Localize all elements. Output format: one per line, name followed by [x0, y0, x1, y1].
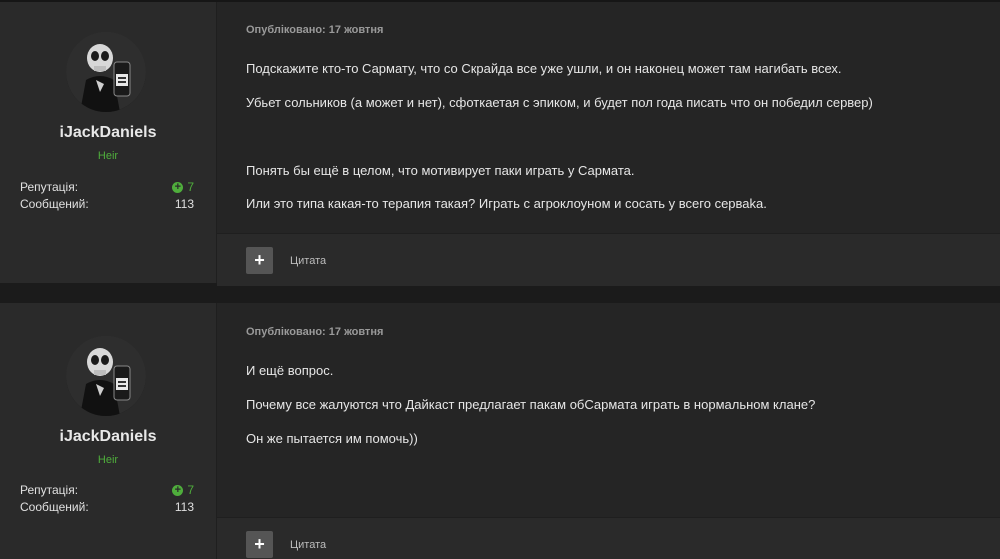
plus-circle-icon: +: [172, 484, 184, 496]
messages-count: 113: [174, 500, 194, 514]
post-author-panel: iJackDaniels Heir Репутація: + 7 Сообщен…: [0, 303, 216, 559]
messages-label: Сообщений:: [20, 500, 89, 514]
post-text-line: Убьет сольников (а может и нет), сфоткае…: [246, 95, 873, 110]
post-content: Опубліковано: 17 жовтня И ещё вопрос. По…: [216, 303, 1000, 559]
post-text-line: Он же пытается им помочь)): [246, 431, 418, 446]
plus-icon: +: [254, 534, 265, 554]
post-footer: + Цитата: [217, 233, 1000, 286]
reputation-value: + 7: [172, 180, 194, 194]
user-rank: Heir: [97, 150, 119, 162]
forum-post: iJackDaniels Heir Репутація: + 7 Сообщен…: [0, 0, 1000, 286]
plus-circle-icon: +: [172, 181, 184, 193]
skull-avatar-icon: [66, 32, 146, 112]
reputation-count: 7: [187, 483, 194, 497]
forum-thread-page: iJackDaniels Heir Репутація: + 7 Сообщен…: [0, 0, 1000, 559]
quote-plus-button[interactable]: +: [246, 531, 273, 558]
post-text-line: Или это типа какая-то терапия такая? Игр…: [246, 196, 767, 211]
post-content: Опубліковано: 17 жовтня Подскажите кто-т…: [216, 2, 1000, 286]
reputation-label: Репутація:: [20, 483, 79, 497]
skull-avatar-icon: [66, 336, 146, 416]
post-date[interactable]: Опубліковано: 17 жовтня: [246, 326, 383, 338]
post-text-line: Понять бы ещё в целом, что мотивирует па…: [246, 163, 635, 178]
avatar[interactable]: [66, 336, 146, 416]
messages-label: Сообщений:: [20, 197, 89, 211]
post-text-line: И ещё вопрос.: [246, 363, 334, 378]
quote-button[interactable]: Цитата: [290, 255, 326, 267]
post-text-line: Подскажите кто-то Сармату, что со Скрайд…: [246, 61, 842, 76]
username-link[interactable]: iJackDaniels: [0, 124, 216, 142]
post-footer: + Цитата: [217, 517, 1000, 559]
post-text-line: Почему все жалуются что Дайкаст предлага…: [246, 397, 816, 412]
reputation-count: 7: [187, 180, 194, 194]
plus-icon: +: [254, 250, 265, 270]
forum-post: iJackDaniels Heir Репутація: + 7 Сообщен…: [0, 303, 1000, 559]
username-link[interactable]: iJackDaniels: [0, 428, 216, 446]
post-date[interactable]: Опубліковано: 17 жовтня: [246, 24, 383, 36]
reputation-value: + 7: [172, 483, 194, 497]
user-rank: Heir: [97, 454, 119, 466]
post-author-panel: iJackDaniels Heir Репутація: + 7 Сообщен…: [0, 2, 216, 283]
reputation-label: Репутація:: [20, 180, 79, 194]
quote-button[interactable]: Цитата: [290, 539, 326, 551]
avatar[interactable]: [66, 32, 146, 112]
quote-plus-button[interactable]: +: [246, 247, 273, 274]
messages-count: 113: [174, 197, 194, 211]
